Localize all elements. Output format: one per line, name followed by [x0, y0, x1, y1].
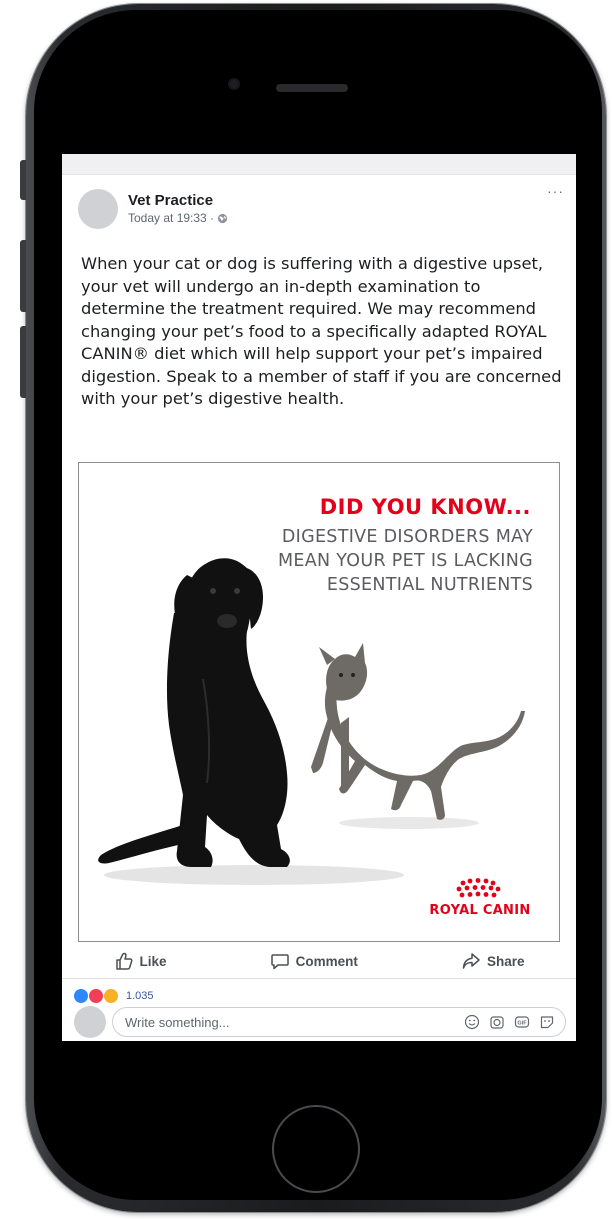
comment-input[interactable]: Write something... GIF: [112, 1007, 566, 1037]
like-label: Like: [139, 953, 167, 969]
svg-text:GIF: GIF: [517, 1020, 527, 1026]
timestamp-text: Today at 19:33 ·: [128, 211, 215, 225]
phone-screen: Vet Practice Today at 19:33 · ··· When y…: [62, 154, 576, 1041]
page-name[interactable]: Vet Practice: [128, 192, 213, 209]
earpiece-speaker: [276, 84, 348, 92]
comment-placeholder: Write something...: [125, 1014, 230, 1030]
reaction-count: 1.035: [126, 990, 154, 1002]
front-camera: [228, 78, 240, 90]
camera-icon[interactable]: [489, 1014, 505, 1030]
volume-down-button: [20, 326, 26, 398]
like-button[interactable]: Like: [114, 951, 167, 971]
comment-label: Comment: [295, 953, 358, 969]
emoji-icon[interactable]: [464, 1014, 480, 1030]
home-button[interactable]: [272, 1105, 360, 1193]
royal-canin-wordmark: ROYAL CANIN: [429, 903, 531, 918]
post-options-button[interactable]: ···: [547, 183, 564, 199]
feed-top-strip: [62, 154, 576, 175]
post-body-text: When your cat or dog is suffering with a…: [81, 254, 562, 408]
share-label: Share: [486, 953, 525, 969]
page-avatar[interactable]: [78, 189, 118, 229]
globe-icon: [217, 213, 228, 223]
commenter-avatar: [74, 1006, 106, 1038]
post-action-bar: Like Comment Share: [62, 944, 576, 979]
ad-headline: DID YOU KNOW...: [319, 495, 531, 519]
sticker-icon[interactable]: [539, 1014, 555, 1030]
thumbs-up-icon: [115, 952, 133, 970]
comment-bubble-icon: [270, 954, 289, 970]
share-button[interactable]: Share: [461, 951, 525, 971]
post-header: Vet Practice Today at 19:33 · ···: [62, 175, 576, 231]
gif-icon[interactable]: GIF: [514, 1014, 530, 1030]
ad-image[interactable]: DID YOU KNOW... DIGESTIVE DISORDERS MAY …: [78, 462, 560, 942]
volume-up-button: [20, 240, 26, 312]
wow-icon: [104, 989, 118, 1003]
ad-subheadline: DIGESTIVE DISORDERS MAY MEAN YOUR PET IS…: [277, 527, 533, 595]
reactions-summary[interactable]: 1.035: [74, 986, 154, 1006]
share-arrow-icon: [462, 953, 480, 969]
mute-switch: [20, 160, 26, 200]
comment-button[interactable]: Comment: [270, 951, 358, 971]
like-icon: [74, 989, 88, 1003]
comment-composer: Write something... GIF: [74, 1006, 566, 1038]
post-timestamp[interactable]: Today at 19:33 ·: [128, 211, 228, 225]
love-icon: [89, 989, 103, 1003]
